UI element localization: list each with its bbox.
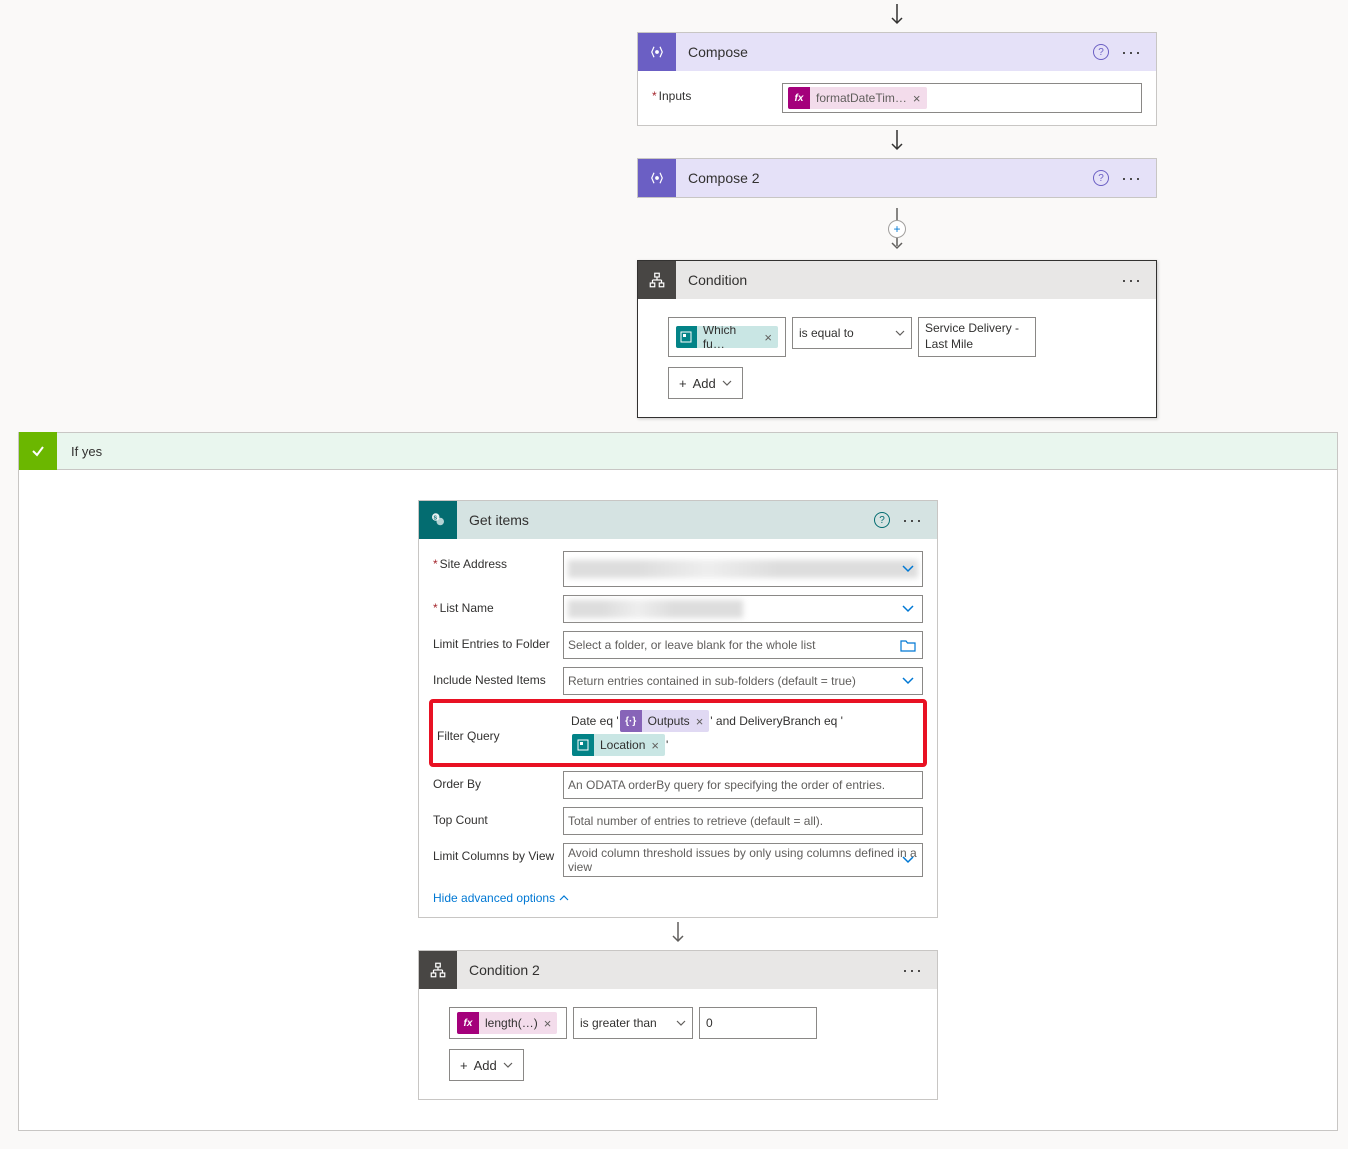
token-remove-icon[interactable]: × — [913, 91, 927, 106]
forms-icon — [572, 734, 594, 756]
filter-query-highlight: Filter Query Date eq ' {·} Outputs × ' a… — [429, 699, 927, 767]
compose-icon — [638, 33, 676, 71]
condition-operator[interactable]: is equal to — [792, 317, 912, 349]
site-address-label: *Site Address — [433, 551, 563, 571]
compose2-title: Compose 2 — [676, 170, 1093, 186]
include-nested-field[interactable]: Return entries contained in sub-folders … — [563, 667, 923, 695]
order-by-label: Order By — [433, 771, 563, 791]
action-menu-icon[interactable]: ··· — [1119, 168, 1144, 189]
condition2-right-value[interactable]: 0 — [699, 1007, 817, 1039]
chevron-down-icon — [902, 856, 914, 864]
chevron-down-icon — [722, 380, 732, 386]
get-items-header[interactable]: S Get items ? ··· — [419, 501, 937, 539]
top-count-field[interactable]: Total number of entries to retrieve (def… — [563, 807, 923, 835]
limit-folder-label: Limit Entries to Folder — [433, 631, 563, 651]
expression-icon: {·} — [620, 710, 642, 732]
list-name-label: *List Name — [433, 595, 563, 615]
condition2-left-value[interactable]: fx length(…) × — [449, 1007, 567, 1039]
location-token[interactable]: Location × — [572, 734, 665, 756]
chevron-down-icon — [902, 677, 914, 685]
hide-advanced-link[interactable]: Hide advanced options — [433, 891, 569, 905]
limit-folder-field[interactable]: Select a folder, or leave blank for the … — [563, 631, 923, 659]
condition-right-value[interactable]: Service Delivery - Last Mile — [918, 317, 1036, 357]
site-address-field[interactable] — [563, 551, 923, 587]
include-nested-label: Include Nested Items — [433, 667, 563, 687]
compose-icon — [638, 159, 676, 197]
help-icon[interactable]: ? — [874, 512, 890, 528]
chevron-down-icon — [902, 605, 914, 613]
if-yes-label: If yes — [57, 444, 102, 459]
fx-icon: fx — [788, 87, 810, 109]
svg-text:S: S — [434, 515, 438, 521]
limit-cols-field[interactable]: Avoid column threshold issues by only us… — [563, 843, 923, 877]
action-menu-icon[interactable]: ··· — [1119, 42, 1144, 63]
expression-token[interactable]: fx formatDateTim… × — [788, 87, 927, 109]
order-by-field[interactable]: An ODATA orderBy query for specifying th… — [563, 771, 923, 799]
compose-action: Compose ? ··· *Inputs fx formatDateTim… … — [637, 32, 1157, 126]
get-items-title: Get items — [457, 512, 874, 528]
token-remove-icon[interactable]: × — [544, 1016, 558, 1031]
compose2-action[interactable]: Compose 2 ? ··· — [637, 158, 1157, 198]
action-menu-icon[interactable]: ··· — [1119, 270, 1144, 291]
action-menu-icon[interactable]: ··· — [900, 510, 925, 531]
compose2-header[interactable]: Compose 2 ? ··· — [638, 159, 1156, 197]
condition2-action: Condition 2 ··· fx length(…) × — [418, 950, 938, 1100]
condition2-title: Condition 2 — [457, 962, 900, 978]
condition-icon — [638, 261, 676, 299]
limit-cols-label: Limit Columns by View — [433, 843, 563, 863]
condition2-header[interactable]: Condition 2 ··· — [419, 951, 937, 989]
plus-icon: + — [460, 1058, 468, 1073]
check-icon — [19, 432, 57, 470]
add-step-button[interactable]: + — [637, 220, 1157, 238]
fx-icon: fx — [457, 1012, 479, 1034]
forms-icon — [676, 326, 697, 348]
compose-header[interactable]: Compose ? ··· — [638, 33, 1156, 71]
sharepoint-icon: S — [419, 501, 457, 539]
token-remove-icon[interactable]: × — [696, 714, 710, 729]
condition-left-value[interactable]: Which fu… × — [668, 317, 786, 357]
if-yes-header[interactable]: If yes — [18, 432, 1338, 470]
filter-query-label: Filter Query — [437, 723, 567, 743]
token-remove-icon[interactable]: × — [651, 738, 665, 753]
forms-token[interactable]: Which fu… × — [676, 326, 778, 348]
top-count-label: Top Count — [433, 807, 563, 827]
list-name-field[interactable] — [563, 595, 923, 623]
plus-icon: + — [679, 376, 687, 391]
chevron-up-icon — [559, 895, 569, 901]
condition-header[interactable]: Condition ··· — [638, 261, 1156, 299]
filter-query-field[interactable]: Date eq ' {·} Outputs × ' and DeliveryBr… — [567, 707, 919, 759]
inputs-field[interactable]: fx formatDateTim… × — [782, 83, 1142, 113]
outputs-token[interactable]: {·} Outputs × — [620, 710, 710, 732]
help-icon[interactable]: ? — [1093, 44, 1109, 60]
folder-icon[interactable] — [900, 638, 916, 652]
expression-token[interactable]: fx length(…) × — [457, 1012, 557, 1034]
inputs-label: *Inputs — [652, 83, 782, 103]
token-remove-icon[interactable]: × — [764, 330, 778, 345]
add-condition-button[interactable]: + Add — [668, 367, 743, 399]
condition-icon — [419, 951, 457, 989]
condition-title: Condition — [676, 272, 1119, 288]
help-icon[interactable]: ? — [1093, 170, 1109, 186]
chevron-down-icon — [902, 565, 914, 573]
get-items-action: S Get items ? ··· *Site Address — [418, 500, 938, 918]
compose-title: Compose — [676, 44, 1093, 60]
chevron-down-icon — [503, 1062, 513, 1068]
add-condition-button[interactable]: + Add — [449, 1049, 524, 1081]
condition2-operator[interactable]: is greater than — [573, 1007, 693, 1039]
action-menu-icon[interactable]: ··· — [900, 960, 925, 981]
condition-action: Condition ··· Which fu… × is equal to Se… — [637, 260, 1157, 418]
